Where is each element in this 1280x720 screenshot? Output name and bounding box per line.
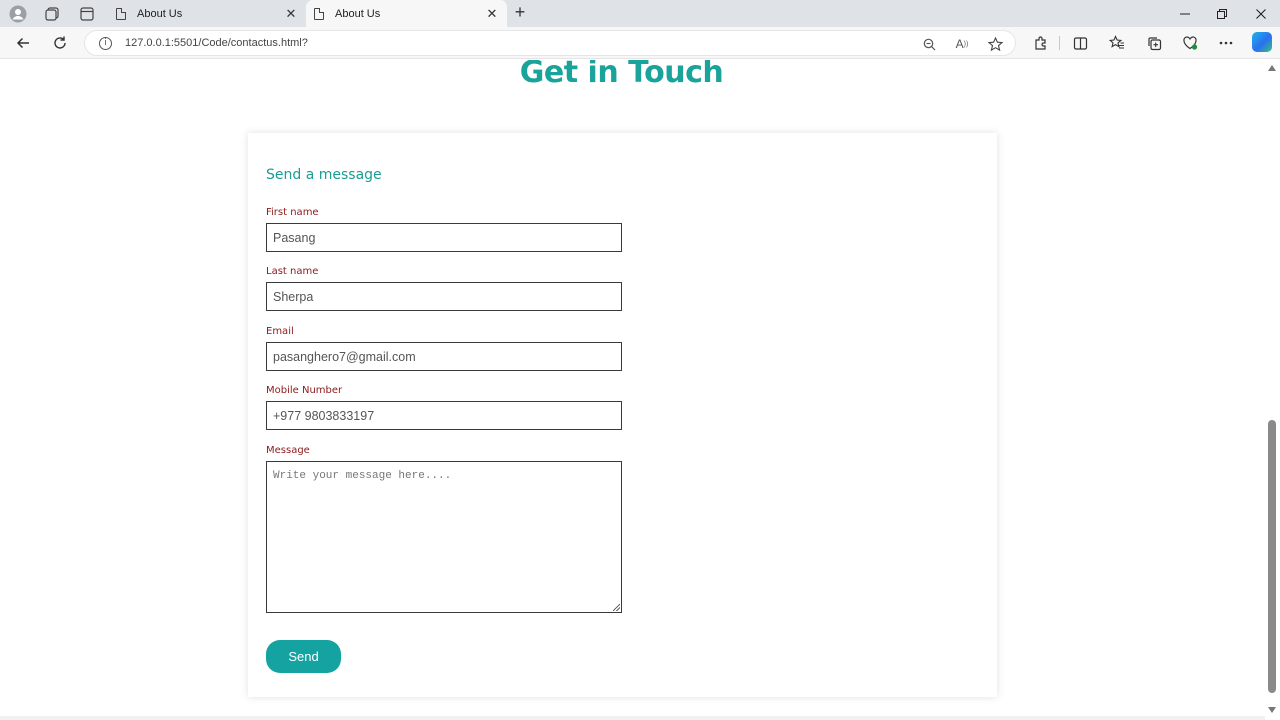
page-title: Get in Touch — [519, 60, 724, 90]
workspaces-icon[interactable] — [42, 4, 62, 24]
collections-icon[interactable] — [1143, 32, 1165, 54]
page-viewport: Get in Touch Send a message First name P… — [0, 60, 1265, 720]
tab-about-us-2[interactable]: About Us ✕ — [306, 0, 507, 27]
first-name-field[interactable]: Pasang — [266, 223, 622, 252]
read-aloud-icon[interactable]: A)) — [952, 34, 972, 54]
zoom-out-icon[interactable] — [919, 34, 939, 54]
email-field[interactable]: pasanghero7@gmail.com — [266, 342, 622, 371]
message-placeholder: Write your message here.... — [273, 470, 452, 482]
scroll-down-icon[interactable] — [1268, 707, 1276, 713]
last-name-field[interactable]: Sherpa — [266, 282, 622, 311]
tab-title: About Us — [137, 7, 183, 20]
browser-window: About Us ✕ About Us ✕ + i 127.0.0.1:5501… — [0, 0, 1280, 720]
address-toolbar: i 127.0.0.1:5501/Code/contactus.html? A)… — [0, 27, 1280, 59]
minimize-button[interactable] — [1166, 0, 1204, 27]
page-icon — [116, 7, 126, 20]
star-icon[interactable] — [985, 34, 1005, 54]
close-icon[interactable]: ✕ — [484, 6, 500, 22]
favorites-icon[interactable] — [1106, 32, 1128, 54]
scrollbar-thumb[interactable] — [1268, 420, 1276, 693]
address-bar[interactable]: i 127.0.0.1:5501/Code/contactus.html? A)… — [84, 30, 1016, 56]
info-icon[interactable]: i — [99, 37, 112, 50]
first-name-label: First name — [266, 207, 319, 218]
form-subtitle: Send a message — [266, 167, 382, 183]
tab-about-us-1[interactable]: About Us ✕ — [108, 0, 306, 27]
scroll-up-icon[interactable] — [1268, 65, 1276, 71]
email-label: Email — [266, 326, 294, 337]
refresh-icon[interactable] — [49, 32, 71, 54]
restore-button[interactable] — [1203, 0, 1241, 27]
resize-handle-icon[interactable] — [613, 604, 620, 611]
contact-form-card: Send a message First name Pasang Last na… — [248, 133, 997, 697]
url-text[interactable]: 127.0.0.1:5501/Code/contactus.html? — [125, 37, 308, 49]
mobile-number-label: Mobile Number — [266, 385, 343, 396]
mobile-number-field[interactable]: +977 9803833197 — [266, 401, 622, 430]
tab-strip: About Us ✕ About Us ✕ + — [0, 0, 1280, 27]
extensions-icon[interactable] — [1029, 32, 1051, 54]
bottom-edge — [0, 716, 1265, 720]
last-name-label: Last name — [266, 266, 319, 277]
heart-icon[interactable] — [1179, 32, 1201, 54]
new-tab-button[interactable]: + — [510, 3, 530, 23]
message-label: Message — [266, 445, 310, 456]
message-textarea[interactable]: Write your message here.... — [266, 461, 622, 613]
page-icon — [314, 7, 324, 20]
split-screen-icon[interactable] — [1069, 32, 1091, 54]
close-window-button[interactable] — [1242, 0, 1280, 27]
more-icon[interactable] — [1215, 32, 1237, 54]
profile-icon[interactable] — [8, 4, 28, 24]
back-arrow-icon[interactable] — [12, 32, 34, 54]
toolbar-divider — [1059, 36, 1060, 50]
vertical-scrollbar[interactable] — [1265, 60, 1280, 720]
tab-actions-icon[interactable] — [77, 4, 97, 24]
send-button[interactable]: Send — [266, 640, 341, 673]
copilot-icon[interactable] — [1252, 32, 1272, 52]
tab-title: About Us — [335, 7, 381, 20]
close-icon[interactable]: ✕ — [283, 6, 299, 22]
